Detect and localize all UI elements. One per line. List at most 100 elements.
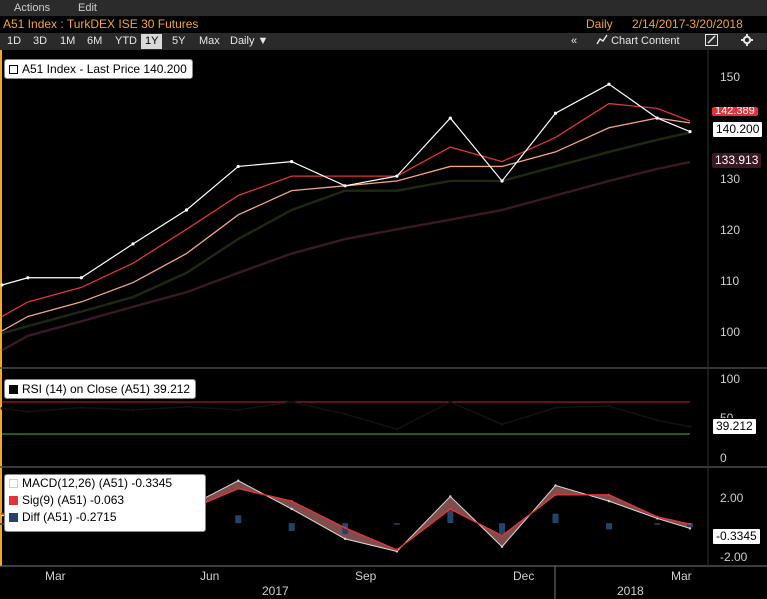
diff-bar bbox=[235, 515, 242, 524]
x-year-label: 2017 bbox=[262, 584, 289, 598]
price-point bbox=[184, 208, 189, 212]
signal-point bbox=[395, 548, 399, 552]
x-month-label: Mar bbox=[45, 569, 66, 583]
range-ytd[interactable]: YTD bbox=[111, 34, 141, 49]
chart-content-button[interactable]: Chart Content bbox=[596, 34, 680, 49]
security-title: A51 Index : TurkDEX ISE 30 Futures bbox=[3, 17, 199, 31]
signal-point bbox=[449, 507, 452, 511]
chart-content-label: Chart Content bbox=[611, 35, 680, 47]
price-legend[interactable]: A51 Index - Last Price 140.200 bbox=[4, 59, 193, 79]
x-month-label: Sep bbox=[355, 569, 377, 583]
last-price-tag: 140.200 bbox=[712, 121, 764, 138]
price-point bbox=[448, 116, 452, 120]
draw-button[interactable] bbox=[705, 34, 718, 49]
price-point bbox=[131, 242, 135, 246]
moving-average-line bbox=[1, 102, 691, 318]
pencil-icon bbox=[705, 34, 718, 46]
signal-point bbox=[290, 499, 293, 503]
menu-edit[interactable]: Edit bbox=[78, 2, 97, 14]
macd-legend[interactable]: MACD(12,26) (A51) -0.3345 Sig(9) (A51) -… bbox=[4, 474, 206, 532]
settings-button[interactable] bbox=[741, 34, 753, 49]
signal-point bbox=[656, 515, 659, 519]
macd-point bbox=[500, 545, 504, 548]
range-max[interactable]: Max bbox=[195, 34, 224, 49]
toolbar: 1D 3D 1M 6M YTD 1Y 5Y Max Daily ▼ « Char… bbox=[0, 33, 767, 50]
range-3d[interactable]: 3D bbox=[29, 34, 51, 49]
x-year-label: 2018 bbox=[617, 584, 644, 598]
signal-point bbox=[500, 534, 504, 537]
rsi-point bbox=[448, 400, 452, 404]
moving-average-line bbox=[1, 117, 691, 332]
legend-diff-text: Diff (A51) -0.2715 bbox=[22, 510, 117, 524]
macd-tick-label: 2.00 bbox=[720, 491, 744, 505]
signal-point bbox=[343, 526, 347, 530]
range-1y[interactable]: 1Y bbox=[141, 34, 163, 49]
periodicity-label: Daily bbox=[586, 17, 613, 31]
macd-tick-label: -2.00 bbox=[720, 550, 748, 564]
rsi-point bbox=[343, 412, 347, 416]
signal-point bbox=[237, 487, 240, 490]
rsi-point bbox=[395, 427, 399, 431]
price-point bbox=[26, 276, 30, 280]
diff-bar bbox=[288, 523, 295, 531]
rsi-point bbox=[290, 400, 294, 404]
price-point bbox=[343, 184, 347, 188]
macd-point bbox=[688, 527, 692, 530]
rsi-value-tag: 39.212 bbox=[712, 418, 757, 435]
rsi-tick-label: 100 bbox=[720, 372, 741, 386]
rsi-point bbox=[185, 405, 188, 409]
price-point bbox=[0, 283, 4, 287]
legend-swatch bbox=[9, 65, 18, 74]
y-tick-label: 110 bbox=[720, 274, 740, 288]
macd-point bbox=[449, 495, 452, 498]
macd-point bbox=[607, 499, 611, 503]
range-5y[interactable]: 5Y bbox=[168, 34, 189, 49]
x-month-label: Mar bbox=[671, 569, 692, 583]
price-legend-text: A51 Index - Last Price 140.200 bbox=[22, 62, 187, 76]
price-point bbox=[79, 276, 83, 280]
range-6m[interactable]: 6M bbox=[83, 34, 106, 49]
signal-point bbox=[607, 493, 611, 497]
rsi-line bbox=[1, 401, 691, 431]
legend-row-diff: Diff (A51) -0.2715 bbox=[5, 509, 205, 526]
range-1d[interactable]: 1D bbox=[3, 34, 25, 49]
signal-point bbox=[554, 493, 557, 497]
legend-swatch bbox=[9, 479, 18, 488]
range-1m[interactable]: 1M bbox=[56, 34, 79, 49]
legend-swatch bbox=[9, 496, 18, 505]
x-month-label: Dec bbox=[513, 569, 535, 583]
frequency-dropdown[interactable]: Daily ▼ bbox=[226, 34, 272, 49]
x-month-label: Jun bbox=[200, 569, 220, 583]
date-range-label[interactable]: 2/14/2017-3/20/2018 bbox=[632, 17, 743, 31]
title-bar: A51 Index : TurkDEX ISE 30 Futures Daily… bbox=[0, 16, 767, 33]
y-tick-label: 150 bbox=[720, 70, 741, 84]
signal-point bbox=[0, 512, 4, 515]
macd-value-tag: -0.3345 bbox=[712, 528, 761, 545]
menu-actions[interactable]: Actions bbox=[14, 2, 50, 14]
macd-point bbox=[290, 507, 293, 511]
macd-point bbox=[237, 479, 240, 482]
rsi-legend[interactable]: RSI (14) on Close (A51) 39.212 bbox=[4, 379, 197, 399]
legend-row-sig: Sig(9) (A51) -0.063 bbox=[5, 492, 205, 509]
rsi-point bbox=[79, 406, 83, 409]
rsi-point bbox=[131, 408, 135, 412]
collapse-button[interactable]: « bbox=[571, 34, 577, 49]
legend-row-macd: MACD(12,26) (A51) -0.3345 bbox=[5, 475, 205, 492]
legend-sig-text: Sig(9) (A51) -0.063 bbox=[22, 493, 125, 507]
legend-swatch bbox=[9, 513, 18, 522]
ma-tag-partial: 142.389 bbox=[712, 107, 758, 116]
price-point bbox=[290, 160, 294, 164]
rsi-point bbox=[26, 410, 30, 413]
rsi-tick-label: 0 bbox=[720, 451, 727, 465]
price-point bbox=[395, 174, 399, 178]
rsi-point bbox=[236, 408, 240, 412]
price-point bbox=[500, 179, 504, 183]
moving-average-line bbox=[1, 131, 691, 335]
price-point bbox=[655, 116, 659, 120]
rsi-point bbox=[500, 423, 504, 426]
gear-icon bbox=[741, 34, 753, 46]
y-tick-label: 120 bbox=[720, 223, 741, 237]
diff-bar bbox=[654, 523, 661, 525]
macd-point bbox=[554, 484, 557, 487]
diff-bar bbox=[499, 523, 506, 535]
